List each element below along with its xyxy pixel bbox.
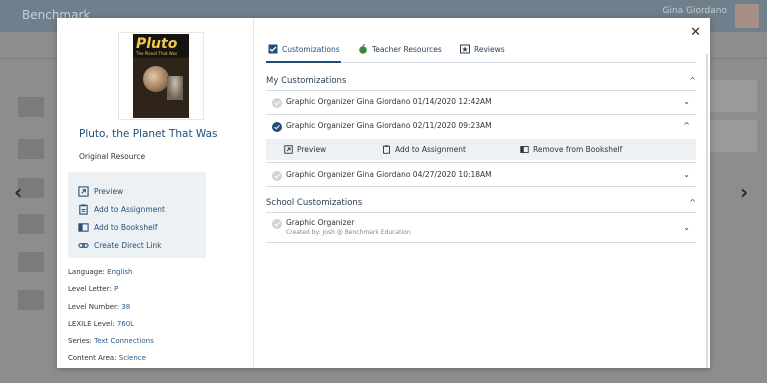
next-arrow-icon[interactable]: › <box>740 182 748 202</box>
tab-reviews[interactable]: Reviews <box>460 44 505 54</box>
bg-card <box>709 80 757 112</box>
add-to-bookshelf-label: Add to Bookshelf <box>94 223 158 232</box>
scrollbar[interactable] <box>706 54 708 368</box>
add-to-assignment-action[interactable]: Add to Assignment <box>78 204 165 215</box>
school-customizations-header[interactable]: School Customizations ^ <box>266 198 696 208</box>
tab-bar: Customizations Teacher Resources Reviews <box>266 42 696 63</box>
resource-type: Original Resource <box>79 152 146 161</box>
preview-icon <box>78 186 89 197</box>
customization-preview-label: Preview <box>297 145 327 154</box>
customization-row-selected[interactable]: Graphic Organizer Gina Giordano 02/11/20… <box>266 121 696 137</box>
chevron-down-icon[interactable]: ⌄ <box>683 223 690 232</box>
chevron-up-icon[interactable]: ^ <box>689 76 696 85</box>
meta-language: Language: English <box>68 268 133 276</box>
add-to-bookshelf-action[interactable]: Add to Bookshelf <box>78 222 157 233</box>
meta-level-letter: Level Letter: P <box>68 285 119 293</box>
folder-icon <box>18 290 44 310</box>
folder-icon <box>18 214 44 234</box>
chevron-up-icon[interactable]: ^ <box>689 198 696 207</box>
close-icon[interactable]: ✕ <box>690 26 701 39</box>
meta-lexile: LEXILE Level: 760L <box>68 320 135 328</box>
divider <box>266 114 696 115</box>
expanded-actions: Preview Add to Assignment Remove from Bo… <box>266 139 696 160</box>
customization-preview-action[interactable]: Preview <box>284 145 326 154</box>
person-image <box>167 76 183 100</box>
tab-customizations[interactable]: Customizations <box>268 44 340 54</box>
add-to-assignment-label: Add to Assignment <box>94 205 165 214</box>
chevron-down-icon[interactable]: ⌄ <box>683 170 690 179</box>
preview-label: Preview <box>94 187 124 196</box>
customization-label: Graphic Organizer Gina Giordano 04/27/20… <box>286 170 492 179</box>
check-circle-icon <box>272 98 282 108</box>
tab-teacher-resources-label: Teacher Resources <box>372 44 442 54</box>
check-circle-icon <box>272 122 282 132</box>
check-circle-icon <box>272 219 282 229</box>
resource-modal: Pluto The Planet That Was Pluto, the Pla… <box>57 18 710 368</box>
divider <box>266 212 696 213</box>
folder-icon <box>18 139 44 159</box>
prev-arrow-icon[interactable]: ‹ <box>14 182 22 202</box>
meta-content-area: Content Area: Science <box>68 354 146 362</box>
customization-row[interactable]: Graphic Organizer Gina Giordano 04/27/20… <box>266 170 696 186</box>
customization-remove-from-bookshelf-label: Remove from Bookshelf <box>533 145 623 154</box>
customizations-panel: ✕ Customizations Teacher Resources Revie… <box>254 18 710 368</box>
school-customizations-title: School Customizations <box>266 198 363 208</box>
meta-level-number: Level Number: 38 <box>68 303 131 311</box>
create-direct-link-action[interactable]: Create Direct Link <box>78 240 162 251</box>
assignment-icon <box>79 204 88 215</box>
customization-remove-from-bookshelf-action[interactable]: Remove from Bookshelf <box>520 145 622 154</box>
customization-row[interactable]: Graphic Organizer Gina Giordano 01/14/20… <box>266 97 696 113</box>
checkbox-icon <box>268 44 278 54</box>
tab-customizations-label: Customizations <box>282 44 340 54</box>
user-name: Gina Giordano <box>662 6 727 16</box>
my-customizations-title: My Customizations <box>266 76 347 86</box>
divider <box>266 90 696 91</box>
reviews-icon <box>460 44 470 54</box>
tab-teacher-resources[interactable]: Teacher Resources <box>358 44 442 54</box>
folder-icon <box>18 252 44 272</box>
divider <box>266 242 696 243</box>
book-cover-image: Pluto The Planet That Was <box>133 34 189 118</box>
school-customization-label: Graphic Organizer <box>286 218 355 227</box>
customization-label: Graphic Organizer Gina Giordano 01/14/20… <box>286 97 492 106</box>
check-circle-icon <box>272 171 282 181</box>
my-customizations-header[interactable]: My Customizations ^ <box>266 76 696 86</box>
assignment-icon <box>383 145 390 154</box>
customization-add-to-assignment-label: Add to Assignment <box>395 145 466 154</box>
preview-action[interactable]: Preview <box>78 186 123 197</box>
cover-title: Pluto <box>136 36 178 52</box>
cover-subtitle: The Planet That Was <box>136 51 178 56</box>
preview-icon <box>284 145 293 154</box>
divider <box>266 186 696 187</box>
customization-label: Graphic Organizer Gina Giordano 02/11/20… <box>286 121 492 130</box>
active-tab-indicator <box>266 61 341 63</box>
resource-title: Pluto, the Planet That Was <box>79 128 218 140</box>
chevron-down-icon[interactable]: ⌄ <box>683 97 690 106</box>
avatar <box>735 4 759 28</box>
bookshelf-icon <box>78 223 89 232</box>
folder-icon <box>18 97 44 117</box>
link-icon <box>78 243 89 248</box>
bg-card <box>709 120 757 152</box>
customization-add-to-assignment-action[interactable]: Add to Assignment <box>382 145 466 154</box>
bookshelf-icon <box>520 146 529 153</box>
divider <box>266 162 696 163</box>
chevron-up-icon[interactable]: ^ <box>683 121 690 130</box>
create-direct-link-label: Create Direct Link <box>94 241 162 250</box>
resource-sidebar: Pluto The Planet That Was Pluto, the Pla… <box>57 18 254 368</box>
cover-frame: Pluto The Planet That Was <box>118 32 204 120</box>
resource-actions: Preview Add to Assignment Add to Bookshe… <box>68 172 206 258</box>
meta-series: Series: Text Connections <box>68 337 154 345</box>
apple-icon <box>359 44 367 54</box>
tab-reviews-label: Reviews <box>474 44 505 54</box>
school-customization-row[interactable]: Graphic Organizer Created by: Josh @ Ben… <box>266 218 696 240</box>
planet-image <box>143 66 169 92</box>
school-customization-creator: Created by: Josh @ Benchmark Education <box>286 229 411 236</box>
